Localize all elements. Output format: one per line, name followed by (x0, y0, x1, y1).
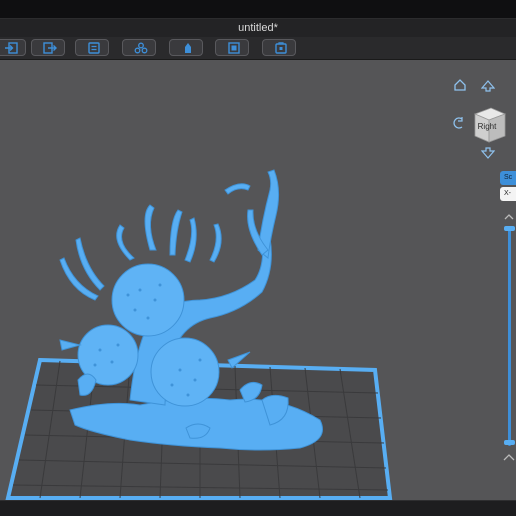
repair-icon (134, 42, 148, 54)
rotate-down-icon[interactable] (481, 147, 495, 159)
scene-canvas[interactable] (0, 60, 516, 500)
view-cube-label: Right (477, 122, 497, 131)
export-button[interactable] (31, 39, 65, 56)
status-bar (0, 500, 516, 516)
axis-tab[interactable]: X- (500, 187, 516, 201)
tree-model[interactable] (59, 169, 323, 451)
scene-tab[interactable]: Sc (500, 171, 516, 185)
layer-slider-track[interactable] (508, 228, 511, 446)
top-strip (0, 0, 516, 18)
save-button[interactable] (262, 39, 296, 56)
rotate-left-icon[interactable] (451, 116, 465, 130)
layer-slider-lower-handle[interactable] (504, 440, 515, 445)
chevron-up-icon[interactable] (504, 213, 514, 221)
3d-viewport[interactable]: Right Sc X- (0, 60, 516, 500)
document-icon (88, 42, 100, 54)
layer-slider-upper-handle[interactable] (504, 226, 515, 231)
export-icon (43, 42, 57, 54)
import-button[interactable] (0, 39, 26, 56)
toolbar (0, 37, 516, 60)
document-button[interactable] (75, 39, 109, 56)
layout-button[interactable] (215, 39, 249, 56)
support-icon (185, 43, 191, 53)
save-icon (275, 42, 287, 54)
layout-icon (228, 42, 240, 54)
rotate-up-icon[interactable] (481, 80, 495, 92)
app-window: untitled* Right Sc X- (0, 0, 516, 516)
chevron-up-small-icon[interactable] (503, 453, 515, 463)
repair-button[interactable] (122, 39, 156, 56)
support-button[interactable] (169, 39, 203, 56)
window-title: untitled* (0, 18, 516, 37)
import-icon (5, 42, 18, 54)
home-view-icon[interactable] (453, 78, 467, 92)
